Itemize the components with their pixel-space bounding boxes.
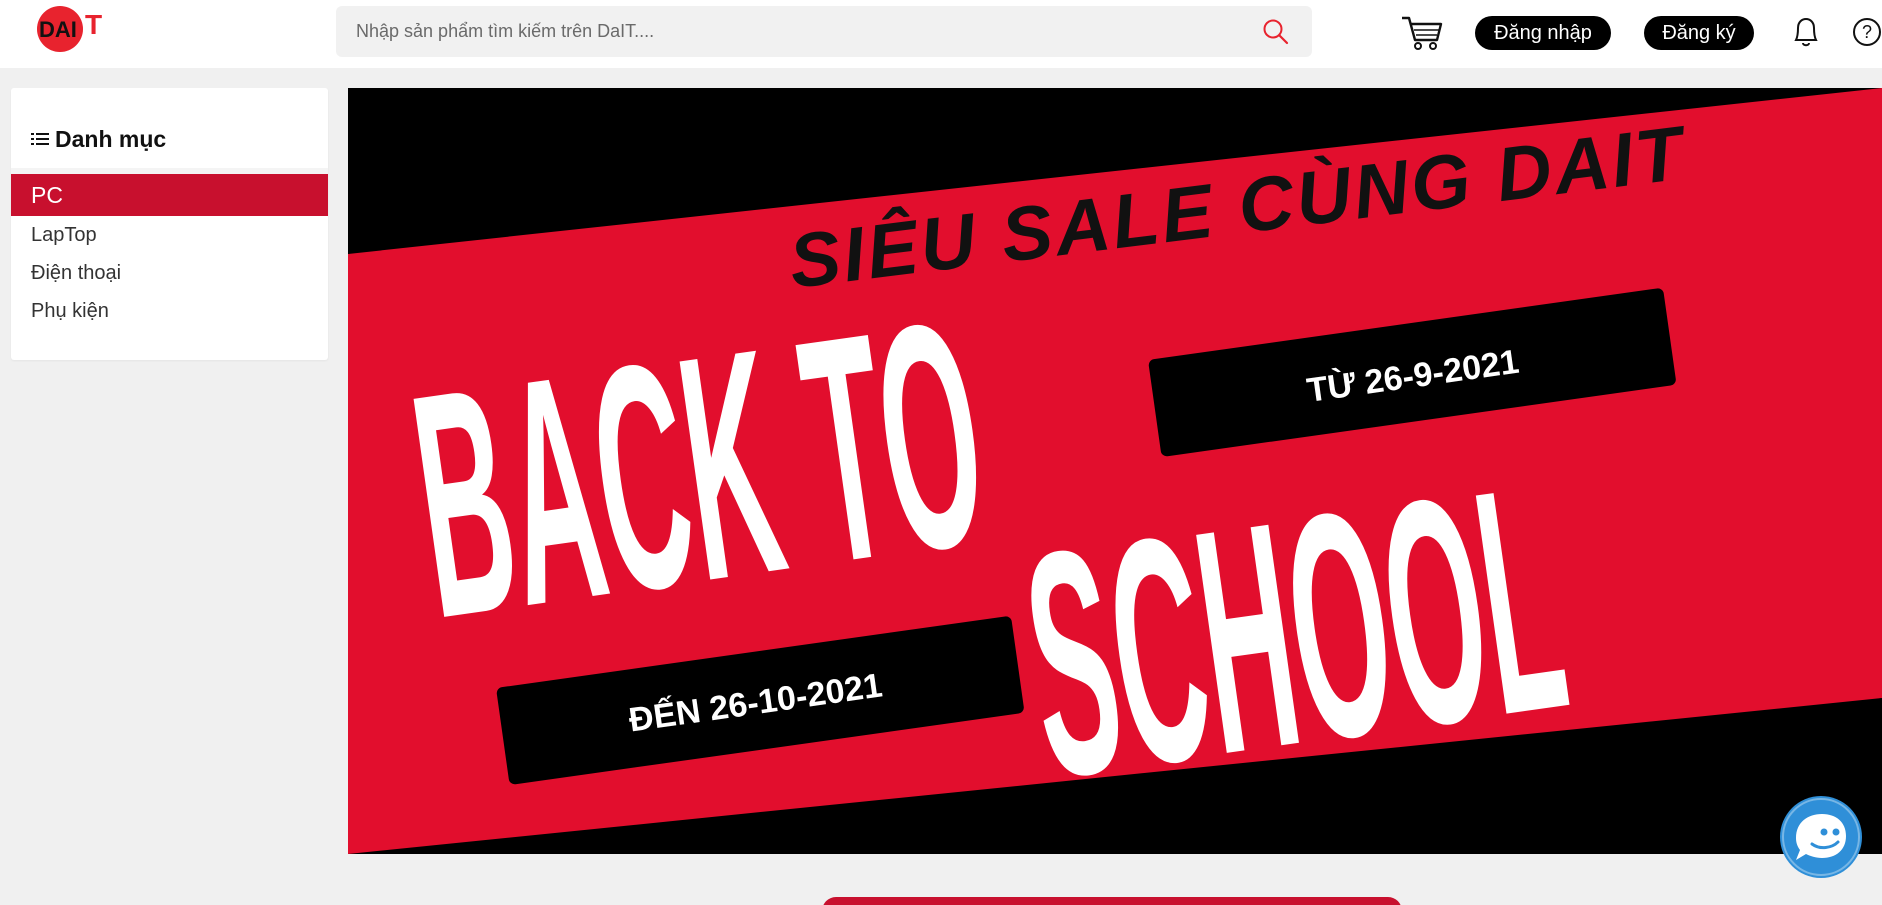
bell-icon[interactable] [1790, 14, 1822, 50]
svg-text:?: ? [1862, 22, 1872, 42]
category-title-label: Danh mục [55, 125, 167, 152]
register-button[interactable]: Đăng ký [1644, 16, 1754, 50]
category-title: Danh mục [31, 124, 166, 154]
sidebar-item-pc[interactable]: PC [11, 174, 328, 216]
header: DAI T Đăng nhập Đăng ký [0, 0, 1882, 68]
chat-icon[interactable] [1778, 794, 1864, 880]
sidebar-item-phone[interactable]: Điện thoại [11, 254, 328, 292]
promo-banner[interactable]: SIÊU SALE CÙNG DAIT BACK TO TỪ 26-9-2021… [348, 88, 1882, 854]
search-input[interactable] [336, 6, 1256, 57]
search-icon[interactable] [1262, 18, 1290, 46]
help-icon[interactable]: ? [1852, 14, 1882, 50]
svg-text:T: T [85, 9, 102, 40]
login-button[interactable]: Đăng nhập [1475, 16, 1611, 50]
logo[interactable]: DAI T [35, 2, 125, 54]
sidebar-item-accessories[interactable]: Phụ kiện [11, 292, 328, 330]
list-icon [31, 133, 49, 145]
cart-icon[interactable] [1400, 14, 1444, 52]
section-header-peek [822, 897, 1402, 905]
sidebar-item-laptop[interactable]: LapTop [11, 216, 328, 254]
logo-text: DAI [39, 17, 77, 42]
banner-headline-2: SCHOOL [1008, 418, 1583, 846]
search-bar [336, 6, 1312, 57]
category-sidebar: Danh mục PC LapTop Điện thoại Phụ kiện [11, 88, 328, 360]
